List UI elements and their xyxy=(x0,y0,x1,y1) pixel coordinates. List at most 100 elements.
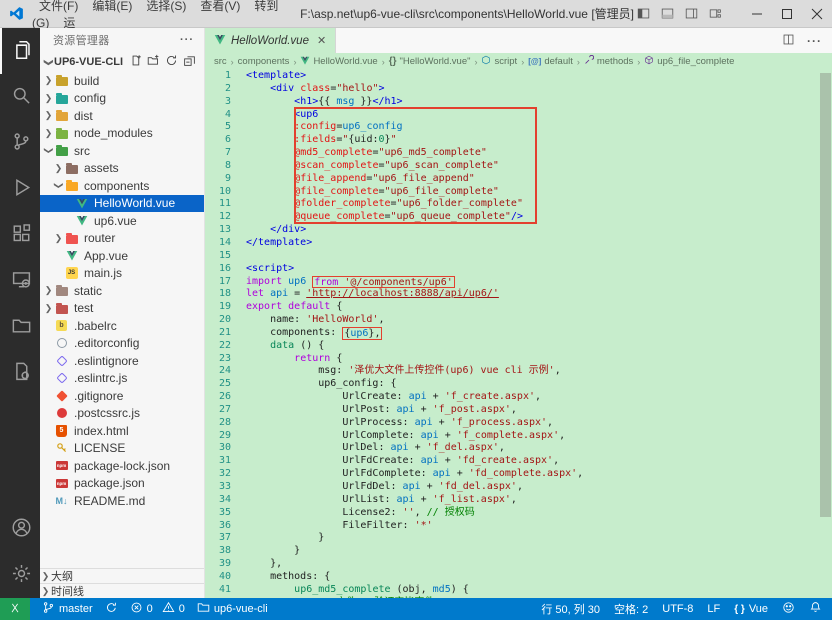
status-sync[interactable] xyxy=(105,601,118,617)
tree-item-main.js[interactable]: JSmain.js xyxy=(40,265,204,283)
tree-item-.eslintignore[interactable]: .eslintignore xyxy=(40,352,204,370)
breadcrumb-label: components xyxy=(238,56,290,67)
refresh-icon[interactable] xyxy=(165,54,178,70)
tree-item-config[interactable]: ❯config xyxy=(40,90,204,108)
tree-item-package.json[interactable]: npmpackage.json xyxy=(40,475,204,493)
tree-item-label: .eslintrc.js xyxy=(74,371,127,385)
tree-item-package-lock.json[interactable]: npmpackage-lock.json xyxy=(40,457,204,475)
tree-item-app.vue[interactable]: App.vue xyxy=(40,247,204,265)
customize-layout-icon[interactable] xyxy=(706,7,724,20)
tree-item-.babelrc[interactable]: b.babelrc xyxy=(40,317,204,335)
chevron-right-icon: ❯ xyxy=(43,128,54,139)
breadcrumb-separator: › xyxy=(293,57,296,67)
minimize-button[interactable] xyxy=(742,0,772,27)
status-encoding[interactable]: UTF-8 xyxy=(662,603,693,615)
menu-item-2[interactable]: 编辑(E) xyxy=(85,0,139,13)
tree-item-index.html[interactable]: 5index.html xyxy=(40,422,204,440)
close-button[interactable] xyxy=(802,0,832,27)
toggle-panel-icon[interactable] xyxy=(658,7,676,20)
project-root-row[interactable]: ❯ UP6-VUE-CLI xyxy=(40,52,204,72)
sidebar-title: 资源管理器 xyxy=(53,32,110,48)
status-workspace[interactable]: up6-vue-cli xyxy=(197,601,268,617)
errors-icon xyxy=(130,601,143,617)
tree-item-license[interactable]: LICENSE xyxy=(40,440,204,458)
activity-remote-explorer[interactable] xyxy=(0,258,40,304)
tree-item-readme.md[interactable]: M↓README.md xyxy=(40,492,204,510)
more-actions-icon[interactable]: ··· xyxy=(807,34,822,48)
editor-scrollbar[interactable] xyxy=(819,70,832,598)
outline-section[interactable]: ❯ 大纲 xyxy=(40,568,204,583)
code-line-29: 29 UrlComplete: api + 'f_complete.aspx', xyxy=(205,430,832,443)
status-label: master xyxy=(59,603,93,615)
eslint-icon xyxy=(54,372,69,385)
status-git-branch[interactable]: master xyxy=(42,601,93,617)
tree-item-node-modules[interactable]: ❯node_modules xyxy=(40,125,204,143)
split-editor-icon[interactable] xyxy=(782,33,795,49)
tree-item-src[interactable]: ❯src xyxy=(40,142,204,160)
tree-item-.eslintrc.js[interactable]: .eslintrc.js xyxy=(40,370,204,388)
status-language-mode[interactable]: { }Vue xyxy=(734,603,768,615)
tree-item-.gitignore[interactable]: .gitignore xyxy=(40,387,204,405)
breadcrumb-item-4[interactable]: script xyxy=(481,55,517,68)
scrollbar-slider[interactable] xyxy=(820,73,831,517)
editor-group: HelloWorld.vue ✕ ··· src›components›Hell… xyxy=(205,28,832,598)
folder-icon xyxy=(54,127,69,140)
activity-explorer[interactable] xyxy=(0,28,40,74)
breadcrumb-item-5[interactable]: [@]default xyxy=(528,56,573,67)
collapse-all-icon[interactable] xyxy=(183,54,196,70)
remote-indicator[interactable] xyxy=(0,598,30,620)
status-indentation[interactable]: 空格: 2 xyxy=(614,601,648,617)
braces-icon: { } xyxy=(734,604,745,615)
tree-item-helloworld.vue[interactable]: HelloWorld.vue xyxy=(40,195,204,213)
tree-item-build[interactable]: ❯build xyxy=(40,72,204,90)
status-eol[interactable]: LF xyxy=(707,603,720,615)
timeline-section[interactable]: ❯ 时间线 xyxy=(40,583,204,598)
activity-search[interactable] xyxy=(0,74,40,120)
menu-item-4[interactable]: 查看(V) xyxy=(193,0,247,13)
breadcrumb-item-3[interactable]: {}"HelloWorld.vue" xyxy=(389,56,471,67)
status-label: up6-vue-cli xyxy=(214,603,268,615)
activity-folder-library[interactable] xyxy=(0,304,40,350)
tree-item-.editorconfig[interactable]: .editorconfig xyxy=(40,335,204,353)
maximize-button[interactable] xyxy=(772,0,802,27)
tree-item-up6.vue[interactable]: up6.vue xyxy=(40,212,204,230)
line-number: 37 xyxy=(205,532,231,545)
tree-item-components[interactable]: ❯components xyxy=(40,177,204,195)
menu-item-1[interactable]: 文件(F) xyxy=(32,0,85,13)
activity-source-control[interactable] xyxy=(0,120,40,166)
breadcrumb-item-2[interactable]: HelloWorld.vue xyxy=(300,56,377,68)
breadcrumb-item-7[interactable]: up6_file_complete xyxy=(644,55,734,68)
new-folder-icon[interactable] xyxy=(147,54,160,70)
line-number: 21 xyxy=(205,327,231,340)
code-line-30: 30 UrlDel: api + 'f_del.aspx', xyxy=(205,442,832,455)
remote-explorer-icon xyxy=(11,269,32,293)
toggle-sidebar-icon[interactable] xyxy=(634,7,652,20)
code-area[interactable]: 1<template>2 <div class="hello">3 <h1>{{… xyxy=(205,70,832,598)
activity-run-debug[interactable] xyxy=(0,166,40,212)
tree-item-label: LICENSE xyxy=(74,441,125,455)
tree-item-static[interactable]: ❯static xyxy=(40,282,204,300)
tab-helloworld-vue[interactable]: HelloWorld.vue ✕ xyxy=(205,28,336,53)
breadcrumb-item-0[interactable]: src xyxy=(214,56,227,67)
sidebar-more-actions-icon[interactable]: ··· xyxy=(180,34,194,46)
tree-item-label: main.js xyxy=(84,266,122,280)
tree-item-assets[interactable]: ❯assets xyxy=(40,160,204,178)
menu-item-3[interactable]: 选择(S) xyxy=(139,0,193,13)
toggle-secondary-sidebar-icon[interactable] xyxy=(682,7,700,20)
tree-item-test[interactable]: ❯test xyxy=(40,300,204,318)
activity-extensions[interactable] xyxy=(0,212,40,258)
tree-item-.postcssrc.js[interactable]: .postcssrc.js xyxy=(40,405,204,423)
status-notifications[interactable] xyxy=(809,601,822,617)
status-cursor-position[interactable]: 行 50, 列 30 xyxy=(541,601,600,617)
breadcrumb-item-6[interactable]: methods xyxy=(584,55,633,68)
activity-settings-gear[interactable] xyxy=(0,552,40,598)
close-tab-icon[interactable]: ✕ xyxy=(317,34,326,47)
status-feedback[interactable] xyxy=(782,601,795,617)
new-file-icon[interactable] xyxy=(129,54,142,70)
tree-item-dist[interactable]: ❯dist xyxy=(40,107,204,125)
activity-account[interactable] xyxy=(0,506,40,552)
activity-settings-file[interactable] xyxy=(0,350,40,396)
breadcrumb-item-1[interactable]: components xyxy=(238,56,290,67)
tree-item-router[interactable]: ❯router xyxy=(40,230,204,248)
status-problems[interactable]: 00 xyxy=(130,601,185,617)
